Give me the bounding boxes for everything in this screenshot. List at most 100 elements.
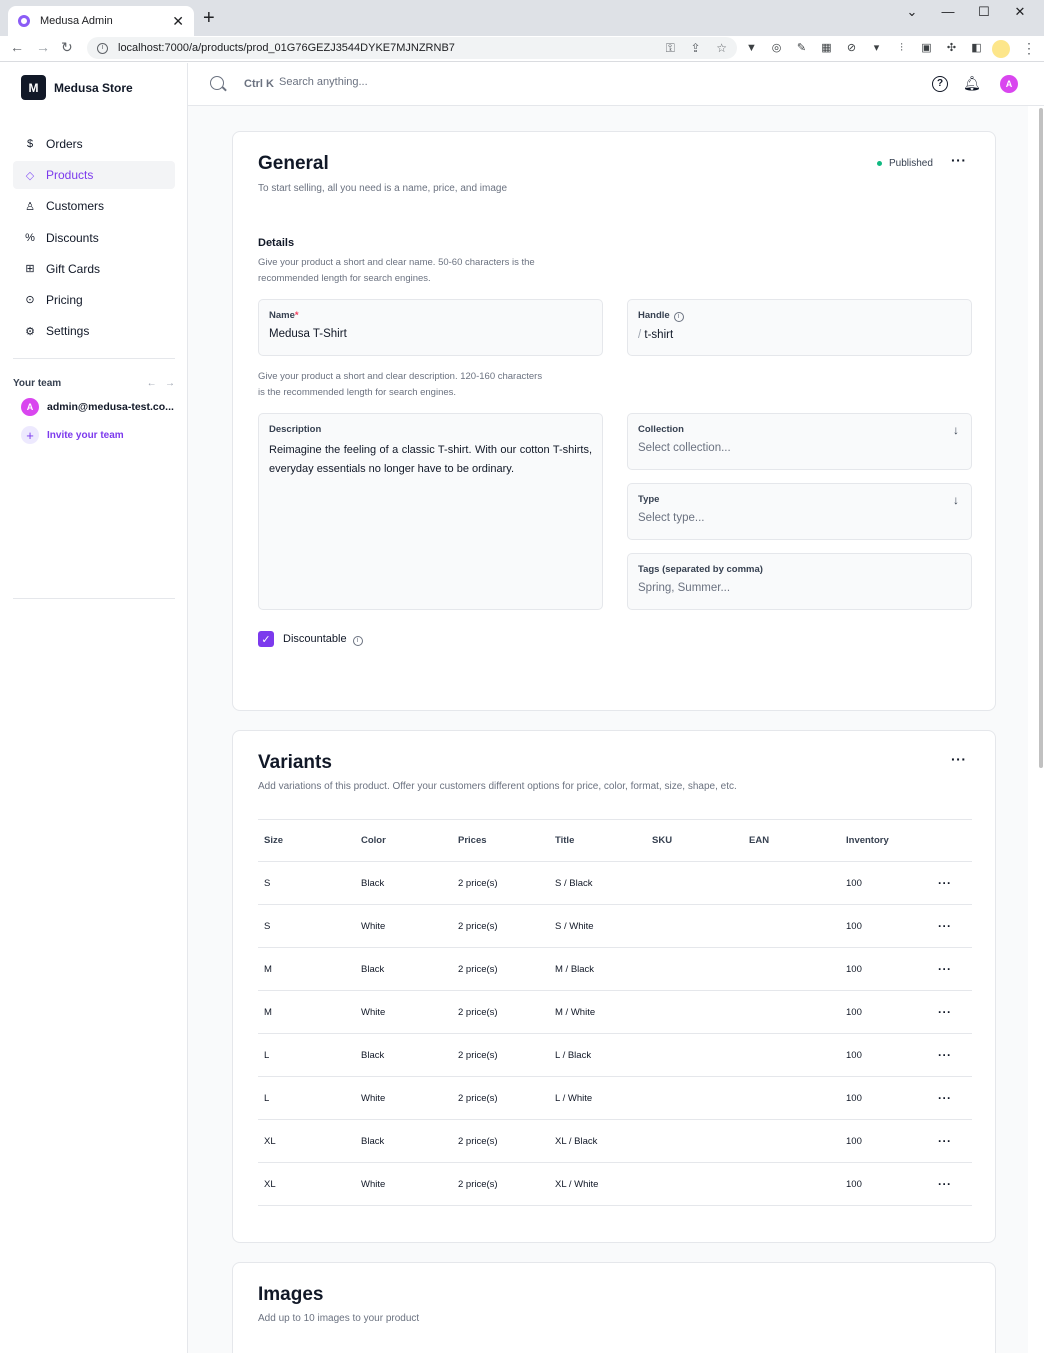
- extension-badge-icon[interactable]: ▣: [919, 41, 934, 56]
- share-icon[interactable]: ⇪: [691, 41, 701, 55]
- table-row[interactable]: L White 2 price(s) L / White 100 ···: [258, 1076, 972, 1120]
- info-icon[interactable]: i: [352, 636, 363, 646]
- sidebar-item-gift-cards[interactable]: ⊞ Gift Cards: [13, 255, 175, 283]
- sidebar-divider: [13, 358, 175, 359]
- cell-inventory: 100: [840, 1033, 932, 1077]
- address-bar[interactable]: i localhost:7000/a/products/prod_01G76GE…: [87, 37, 737, 59]
- cell-size: M: [258, 947, 355, 991]
- page-scrollbar[interactable]: [1039, 108, 1043, 768]
- description-textarea[interactable]: Reimagine the feeling of a classic T-shi…: [269, 441, 592, 479]
- arrow-down-icon: ↓: [953, 493, 959, 507]
- table-header-row: Size Color Prices Title SKU EAN Inventor…: [258, 819, 972, 862]
- sidebar-item-orders[interactable]: $ Orders: [13, 130, 175, 158]
- row-actions-icon[interactable]: ···: [938, 962, 952, 976]
- browser-tab-strip: Medusa Admin ✕ + ⌄ — ☐ ✕: [0, 0, 1044, 36]
- invite-team-button[interactable]: + Invite your team: [21, 426, 124, 444]
- cell-prices: 2 price(s): [452, 990, 549, 1034]
- equalizer-icon[interactable]: ⫶: [894, 41, 909, 56]
- key-icon[interactable]: ⚿: [666, 41, 675, 55]
- sidebar-item-customers[interactable]: ♙ Customers: [13, 192, 175, 220]
- back-icon[interactable]: ←: [10, 39, 24, 55]
- close-window-button[interactable]: ✕: [1002, 3, 1038, 21]
- profile-avatar[interactable]: [992, 40, 1010, 58]
- sidebar-nav: $ Orders ◇ Products ♙ Customers % Discou…: [13, 130, 175, 348]
- cell-size: S: [258, 861, 355, 905]
- forward-icon[interactable]: →: [36, 39, 50, 55]
- qr-code-icon[interactable]: ▦: [819, 41, 834, 56]
- tags-label: Tags (separated by comma): [638, 564, 763, 575]
- cell-inventory: 100: [840, 947, 932, 991]
- help-icon[interactable]: ?: [932, 76, 948, 92]
- sidebar-item-discounts[interactable]: % Discounts: [13, 224, 175, 252]
- avatar[interactable]: A: [1000, 75, 1018, 93]
- cell-sku: [646, 990, 743, 1034]
- table-row[interactable]: S White 2 price(s) S / White 100 ···: [258, 904, 972, 948]
- cell-title: L / White: [549, 1076, 646, 1120]
- row-actions-icon[interactable]: ···: [938, 1134, 952, 1148]
- general-card: General To start selling, all you need i…: [232, 131, 996, 711]
- description-field[interactable]: Description Reimagine the feeling of a c…: [258, 413, 603, 610]
- search-input[interactable]: [279, 76, 579, 88]
- handle-input[interactable]: / t-shirt: [638, 329, 961, 341]
- new-tab-button[interactable]: +: [203, 8, 215, 28]
- browser-menu-icon[interactable]: ⋮: [1022, 40, 1036, 57]
- sidebar-item-pricing[interactable]: ⊙ Pricing: [13, 286, 175, 314]
- sidebar-item-label: Customers: [46, 199, 105, 214]
- row-actions-icon[interactable]: ···: [938, 919, 952, 933]
- name-input[interactable]: Medusa T-Shirt: [269, 328, 592, 340]
- site-info-icon[interactable]: i: [97, 42, 108, 54]
- filter-icon[interactable]: ▾: [869, 41, 884, 56]
- store-switcher[interactable]: M Medusa Store: [21, 75, 133, 100]
- sidebar-item-products[interactable]: ◇ Products: [13, 161, 175, 190]
- maximize-button[interactable]: ☐: [966, 3, 1002, 21]
- table-row[interactable]: XL Black 2 price(s) XL / Black 100 ···: [258, 1119, 972, 1163]
- address-url[interactable]: localhost:7000/a/products/prod_01G76GEZJ…: [118, 42, 654, 54]
- team-member[interactable]: A admin@medusa-test.co...: [21, 398, 174, 416]
- tab-search-icon[interactable]: ⌄: [894, 3, 930, 21]
- collection-select[interactable]: Collection Select collection... ↓: [627, 413, 972, 470]
- tags-field[interactable]: Tags (separated by comma) Spring, Summer…: [627, 553, 972, 610]
- puzzle-icon[interactable]: ✣: [944, 41, 959, 56]
- reload-icon[interactable]: ↻: [61, 39, 73, 56]
- type-select[interactable]: Type Select type... ↓: [627, 483, 972, 540]
- extension-eyedropper-icon[interactable]: ✎: [794, 41, 809, 56]
- team-prev-icon[interactable]: ←: [147, 378, 157, 389]
- table-row[interactable]: XL White 2 price(s) XL / White 100 ···: [258, 1162, 972, 1206]
- cell-inventory: 100: [840, 1162, 932, 1206]
- cell-sku: [646, 1162, 743, 1206]
- more-options-icon[interactable]: ···: [951, 152, 967, 168]
- team-next-icon[interactable]: →: [165, 378, 175, 389]
- row-actions-icon[interactable]: ···: [938, 876, 952, 890]
- tags-input[interactable]: Spring, Summer...: [638, 582, 961, 594]
- handle-field[interactable]: Handle i / t-shirt: [627, 299, 972, 356]
- variants-table: Size Color Prices Title SKU EAN Inventor…: [258, 819, 972, 1206]
- collection-placeholder: Select collection...: [638, 442, 731, 454]
- bell-icon[interactable]: 🔔︎: [963, 75, 981, 92]
- row-actions-icon[interactable]: ···: [938, 1177, 952, 1191]
- close-tab-icon[interactable]: ✕: [172, 13, 184, 30]
- more-options-icon[interactable]: ···: [951, 751, 967, 767]
- info-icon[interactable]: i: [673, 312, 684, 322]
- browser-tab[interactable]: Medusa Admin ✕: [8, 6, 194, 36]
- extension-circle-icon[interactable]: ◎: [769, 41, 784, 56]
- table-row[interactable]: L Black 2 price(s) L / Black 100 ···: [258, 1033, 972, 1077]
- tag-icon: ◇: [25, 169, 35, 182]
- search-shortcut: Ctrl K: [244, 78, 274, 90]
- table-row[interactable]: S Black 2 price(s) S / Black 100 ···: [258, 861, 972, 905]
- status-badge[interactable]: Published: [877, 158, 933, 169]
- bookmark-star-icon[interactable]: ☆: [716, 41, 727, 55]
- cell-ean: [743, 1119, 840, 1163]
- minimize-button[interactable]: —: [930, 3, 966, 21]
- row-actions-icon[interactable]: ···: [938, 1005, 952, 1019]
- block-icon[interactable]: ⊘: [844, 41, 859, 56]
- name-label: Name*: [269, 310, 299, 321]
- side-panel-icon[interactable]: ◧: [969, 41, 984, 56]
- row-actions-icon[interactable]: ···: [938, 1091, 952, 1105]
- vue-devtools-icon[interactable]: ▼: [744, 41, 759, 56]
- row-actions-icon[interactable]: ···: [938, 1048, 952, 1062]
- table-row[interactable]: M Black 2 price(s) M / Black 100 ···: [258, 947, 972, 991]
- name-field[interactable]: Name* Medusa T-Shirt: [258, 299, 603, 356]
- discountable-checkbox[interactable]: ✓: [258, 631, 274, 647]
- table-row[interactable]: M White 2 price(s) M / White 100 ···: [258, 990, 972, 1034]
- sidebar-item-settings[interactable]: ⚙ Settings: [13, 317, 175, 345]
